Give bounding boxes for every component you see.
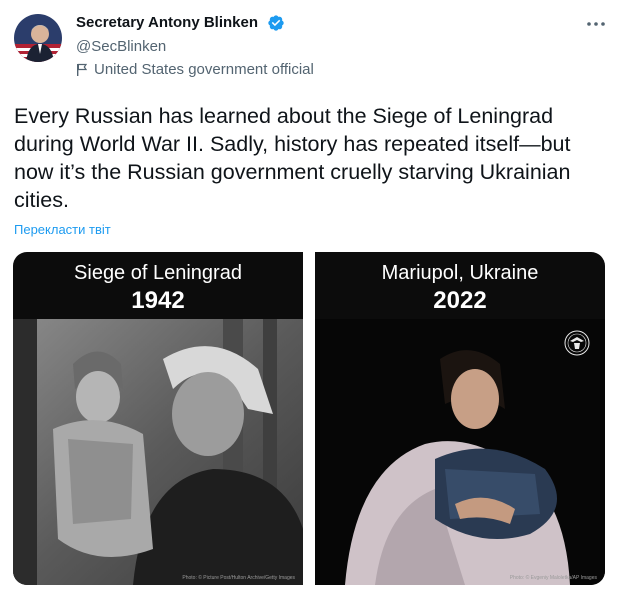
media-title: Siege of Leningrad (74, 262, 242, 284)
government-label-text: United States government official (94, 61, 314, 78)
translate-tweet-link[interactable]: Перекласти твіт (14, 222, 111, 237)
tweet-text: Every Russian has learned about the Sieg… (14, 104, 571, 212)
state-department-seal-icon (564, 330, 590, 356)
media-year: 1942 (131, 287, 185, 314)
photo-credit: Photo: © Picture Post/Hulton Archive/Get… (182, 575, 295, 581)
media-year: 2022 (433, 287, 487, 314)
flag-icon (77, 63, 88, 76)
more-options-icon[interactable] (584, 12, 608, 36)
media-title: Mariupol, Ukraine (381, 262, 539, 284)
author-handle[interactable]: @SecBlinken (76, 38, 166, 55)
government-label: United States government official (76, 61, 314, 78)
media-image-mariupol[interactable]: Mariupol, Ukraine 2022 Photo: © Evgeniy … (315, 252, 605, 585)
mariupol-photo (315, 319, 605, 585)
avatar[interactable] (14, 14, 62, 62)
verified-badge-icon (268, 15, 284, 31)
author-name[interactable]: Secretary Antony Blinken (76, 14, 258, 31)
media-image-leningrad[interactable]: Siege of Leningrad 1942 Photo: © Picture… (13, 252, 303, 585)
photo-credit: Photo: © Evgeniy Maloletka/AP Images (509, 575, 597, 581)
leningrad-photo (13, 319, 303, 585)
